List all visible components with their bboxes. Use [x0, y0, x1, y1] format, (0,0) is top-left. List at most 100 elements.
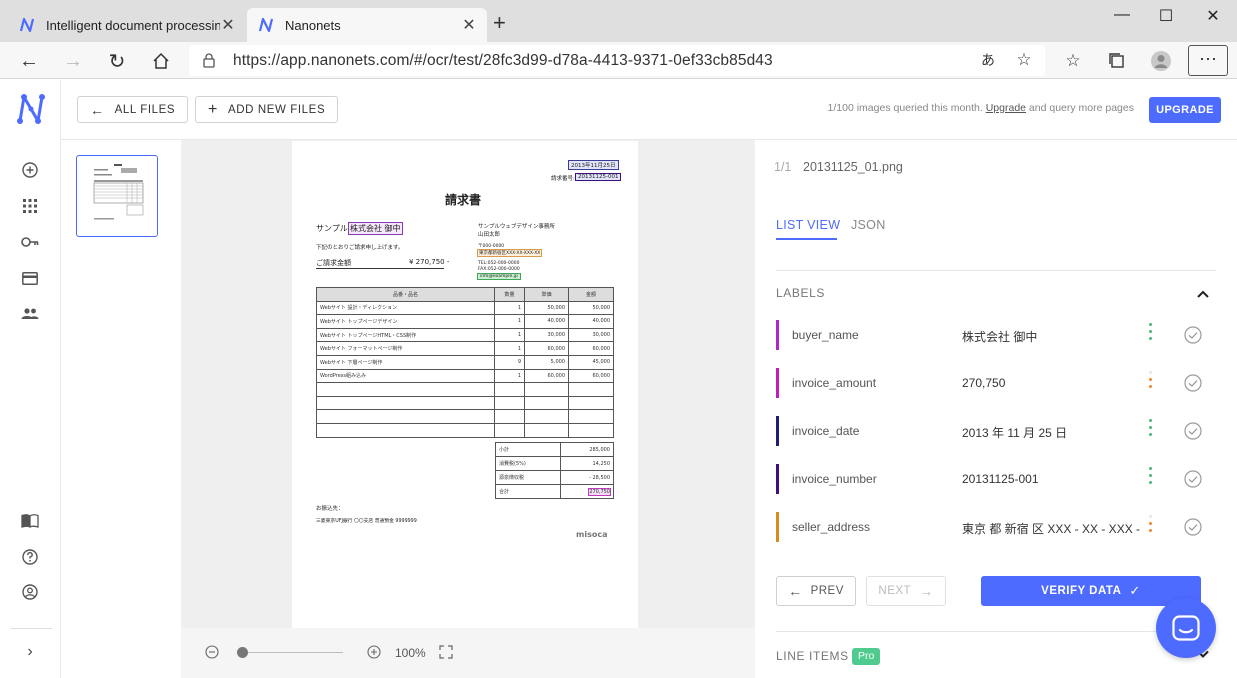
browser-tab-idp[interactable]: Intelligent document processing ✕	[8, 8, 246, 42]
zoom-out-icon[interactable]	[205, 645, 219, 664]
nanonets-logo-icon[interactable]	[15, 92, 47, 126]
team-people-icon[interactable]	[18, 302, 42, 326]
label-row[interactable]: buyer_name 株式会社 御中	[776, 320, 1216, 352]
active-tab-indicator	[776, 238, 837, 240]
home-icon[interactable]	[148, 48, 174, 74]
table-cell: 1	[494, 300, 525, 316]
verify-check-icon[interactable]	[1184, 326, 1202, 344]
arrow-left-icon: ←	[788, 583, 803, 599]
url-field[interactable]: https://app.nanonets.com/#/ocr/test/28fc…	[189, 45, 1045, 76]
account-icon[interactable]	[18, 580, 42, 604]
documentation-book-icon[interactable]	[18, 509, 42, 533]
label-value[interactable]: 270,750	[962, 376, 1005, 390]
back-arrow-icon[interactable]: ←	[16, 48, 42, 74]
buyer-name[interactable]: 株式会社 御中	[348, 222, 403, 235]
table-row: Webサイト トップページデザイン 1 40,000 40,000	[316, 314, 614, 329]
label-value[interactable]: 2013 年 11 月 25 日	[962, 424, 1067, 441]
new-tab-icon[interactable]: +	[493, 12, 506, 34]
verify-check-icon[interactable]	[1184, 422, 1202, 440]
minimize-icon[interactable]: —	[1107, 6, 1137, 24]
billing-card-icon[interactable]	[18, 266, 42, 290]
favorite-star-icon[interactable]: ☆	[1011, 47, 1037, 73]
forward-arrow-icon[interactable]: →	[60, 48, 86, 74]
confidence-dot	[1149, 529, 1152, 532]
upgrade-button[interactable]: UPGRADE	[1149, 97, 1221, 123]
table-cell: 1	[494, 368, 525, 384]
table-cell	[316, 395, 495, 411]
invoice-page[interactable]: 2013年11月25日 請求番号: 20131125-001 請求書 サンプル …	[292, 141, 638, 628]
seller-email[interactable]: info@example.jp	[477, 273, 521, 280]
verify-check-icon[interactable]	[1184, 470, 1202, 488]
fullscreen-icon[interactable]	[439, 645, 453, 664]
chevron-up-icon[interactable]	[1195, 286, 1211, 302]
verify-check-icon[interactable]	[1184, 518, 1202, 536]
table-header: 数量	[494, 287, 525, 302]
next-button[interactable]: NEXT →	[866, 576, 946, 606]
profile-avatar-icon[interactable]	[1148, 48, 1174, 74]
label-value[interactable]: 東京 都 新宿 区 XXX - XX - XXX -	[962, 520, 1140, 537]
collections-icon[interactable]	[1104, 48, 1130, 74]
chat-support-button[interactable]	[1156, 598, 1216, 658]
refresh-icon[interactable]: ↻	[104, 48, 130, 74]
file-counter: 1/1	[774, 160, 792, 174]
document-viewer[interactable]: 2013年11月25日 請求番号: 20131125-001 請求書 サンプル …	[181, 140, 755, 628]
key-icon[interactable]	[18, 230, 42, 254]
nanonets-favicon-icon	[258, 17, 274, 33]
table-cell	[494, 395, 525, 411]
zoom-slider-track[interactable]	[242, 652, 343, 653]
table-cell: 1	[494, 314, 525, 329]
invoice-items-body: Webサイト 設計・ディレクション 1 50,000 50,000 Webサイト トップ…	[316, 300, 614, 438]
add-new-files-label: ADD NEW FILES	[227, 103, 326, 116]
zoom-slider-handle[interactable]	[237, 647, 248, 658]
expand-sidebar-icon[interactable]: ›	[18, 640, 42, 664]
label-value[interactable]: 20131125-001	[962, 472, 1039, 486]
browser-tab-bar: Intelligent document processing ✕ Nanone…	[0, 0, 1237, 42]
label-row[interactable]: invoice_date 2013 年 11 月 25 日	[776, 416, 1216, 448]
all-files-button[interactable]: ← ALL FILES	[77, 96, 189, 123]
close-tab-icon[interactable]: ✕	[461, 15, 477, 35]
file-name: 20131125_01.png	[803, 160, 903, 174]
invoice-amount-highlight[interactable]: 270,750	[588, 487, 611, 496]
amount-value[interactable]: ¥ 270,750 -	[409, 258, 449, 266]
confidence-dot	[1149, 337, 1152, 340]
tab-json[interactable]: JSON	[851, 218, 886, 232]
buyer-prefix: サンプル	[316, 224, 348, 233]
table-cell	[568, 422, 614, 438]
maximize-icon[interactable]: ☐	[1151, 6, 1181, 26]
table-cell	[568, 382, 614, 397]
seller-address[interactable]: 東京都新宿区XXX-XX-XXX-XX	[476, 249, 543, 257]
window-close-icon[interactable]: ✕	[1198, 6, 1228, 26]
page-thumbnail[interactable]	[76, 155, 158, 237]
invoice-totals-table: 小計 285,000 消費税(5%) 14,250 源泉徴収税 - 28,500 合計 270…	[495, 442, 615, 499]
favorites-list-icon[interactable]: ☆	[1060, 48, 1086, 74]
translate-icon[interactable]: あ	[975, 47, 1001, 73]
add-model-icon[interactable]	[18, 158, 42, 182]
upgrade-link[interactable]: Upgrade	[986, 102, 1026, 114]
browser-tab-nanonets[interactable]: Nanonets ✕	[247, 8, 487, 42]
label-row[interactable]: invoice_number 20131125-001	[776, 464, 1216, 496]
tab-list-view[interactable]: LIST VIEW	[776, 218, 840, 232]
add-new-files-button[interactable]: + ADD NEW FILES	[195, 96, 339, 123]
help-icon[interactable]	[18, 545, 42, 569]
all-files-label: ALL FILES	[114, 103, 176, 116]
close-tab-icon[interactable]: ✕	[220, 15, 236, 35]
prev-button[interactable]: ← PREV	[776, 576, 856, 606]
table-cell: 30,000	[524, 327, 569, 343]
invoice-date[interactable]: 2013年11月25日	[568, 160, 619, 170]
zoom-in-icon[interactable]	[367, 645, 381, 664]
confidence-dot	[1149, 378, 1152, 381]
totals-value: 285,000	[559, 442, 615, 457]
label-value[interactable]: 株式会社 御中	[962, 328, 1037, 345]
confidence-indicator	[1149, 515, 1153, 535]
table-cell: Webサイト トップページHTML・CSS制作	[316, 327, 495, 343]
thumbnail-column	[61, 140, 181, 678]
verify-data-button[interactable]: VERIFY DATA ✓	[981, 576, 1201, 606]
invoice-number[interactable]: 20131125-001	[574, 173, 622, 181]
label-row[interactable]: seller_address 東京 都 新宿 区 XXX - XX - XXX -	[776, 512, 1216, 544]
label-row[interactable]: invoice_amount 270,750	[776, 368, 1216, 400]
confidence-dot	[1149, 433, 1152, 436]
confidence-dot	[1149, 522, 1152, 525]
verify-check-icon[interactable]	[1184, 374, 1202, 392]
browser-menu-icon[interactable]: ···	[1188, 45, 1228, 76]
grid-apps-icon[interactable]	[18, 194, 42, 218]
